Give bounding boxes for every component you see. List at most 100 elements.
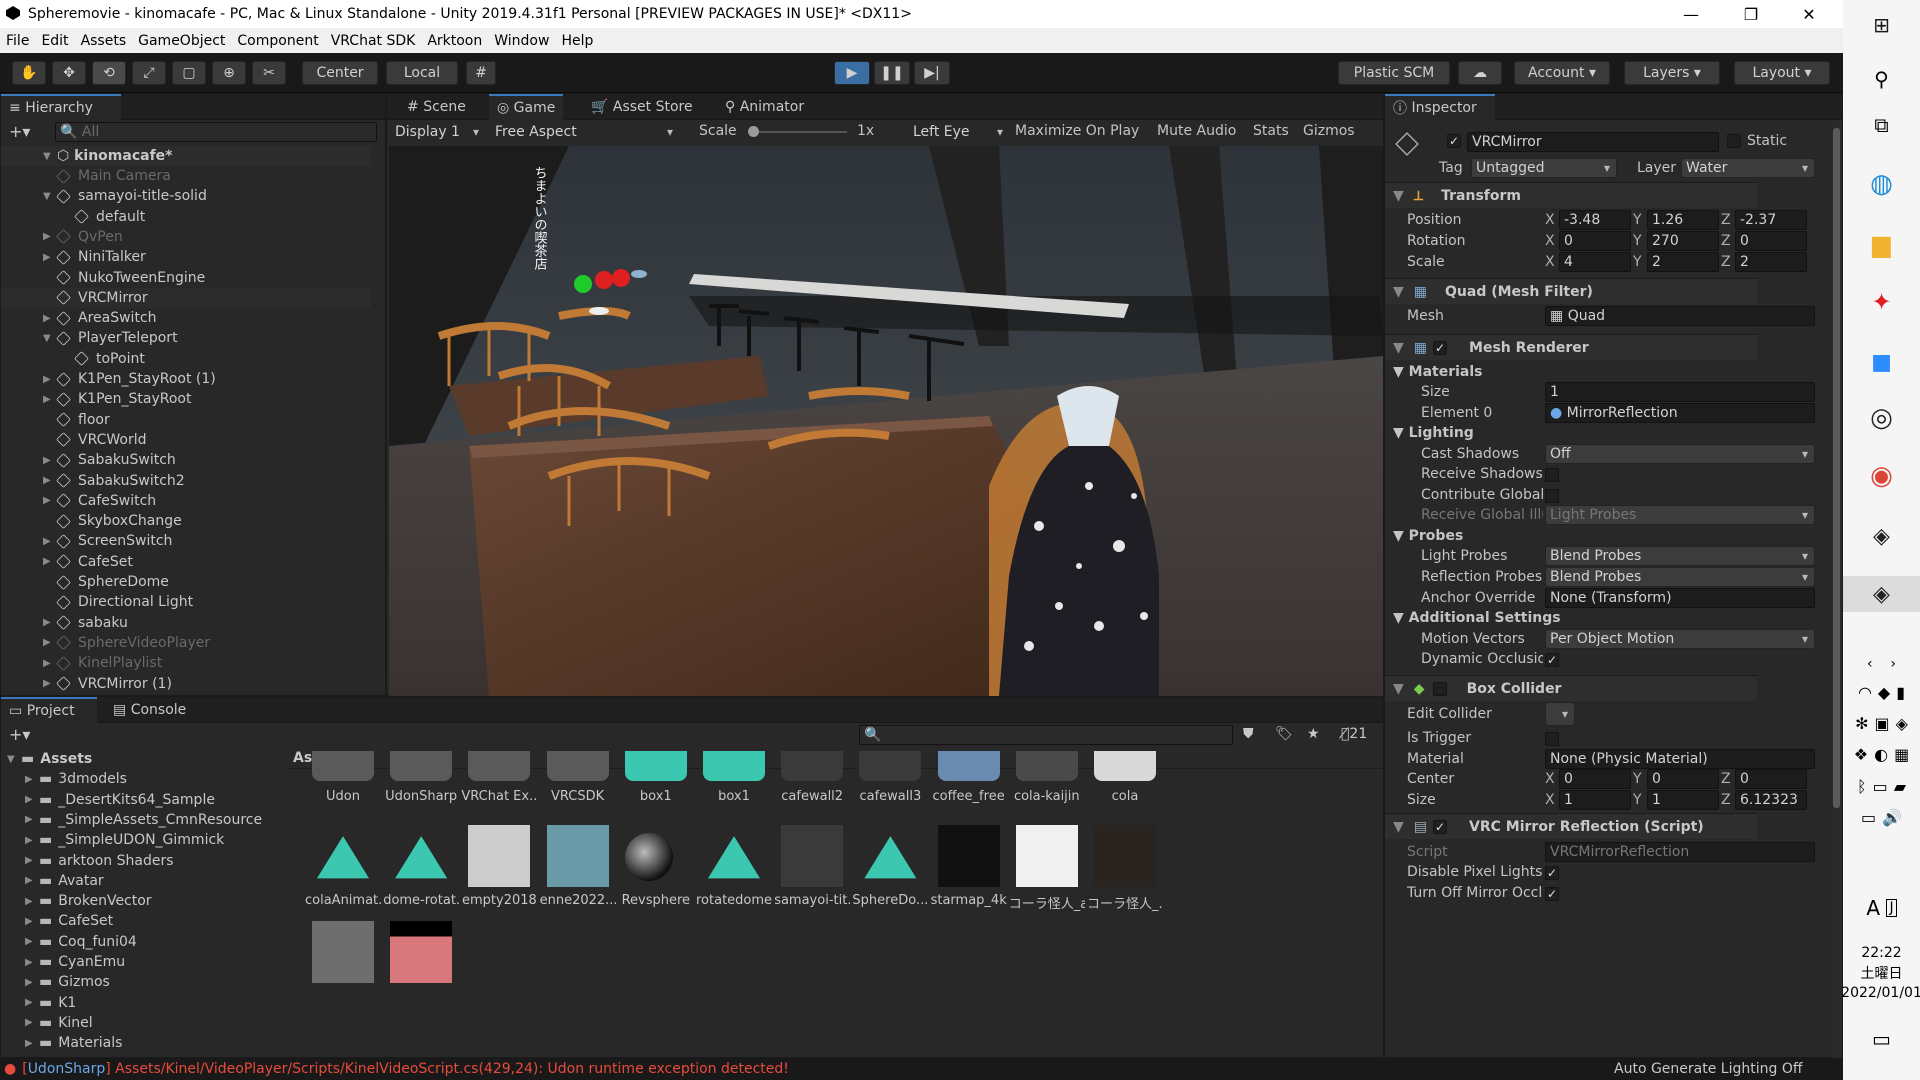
expand-arrow-icon[interactable]: ▶ xyxy=(43,313,57,324)
scale-x-input[interactable]: 4 xyxy=(1559,252,1631,272)
script-field[interactable]: VRCMirrorReflection xyxy=(1545,842,1815,862)
hierarchy-item[interactable]: ▶ AreaSwitch xyxy=(1,308,371,328)
chrome-icon[interactable]: ◉ xyxy=(1843,458,1920,494)
collider-size-y-input[interactable]: 1 xyxy=(1647,790,1719,810)
expand-arrow-icon[interactable]: ▶ xyxy=(43,678,57,689)
scale-z-axis-label[interactable]: Z xyxy=(1721,254,1731,270)
asset-label[interactable]: VRCSDK xyxy=(540,789,616,804)
folder-item[interactable]: ▶ ▬ _SimpleAssets_CmnResource xyxy=(1,810,281,830)
folder-item[interactable]: ▶ ▬ Kinel xyxy=(1,1013,281,1033)
scale-slider[interactable] xyxy=(751,131,847,133)
rect-tool-icon[interactable]: ▢ xyxy=(172,61,206,85)
asset-label[interactable]: starmap_4k xyxy=(931,893,1007,908)
app-red-icon[interactable]: ✦ xyxy=(1843,284,1920,320)
center-y-input[interactable]: 0 xyxy=(1647,769,1719,789)
mesh-renderer-enabled-checkbox[interactable]: ✓ xyxy=(1433,341,1447,355)
dynamic-occlusion-checkbox[interactable]: ✓ xyxy=(1545,653,1559,667)
hierarchy-item[interactable]: ▶ QvPen xyxy=(1,227,371,247)
asset-thumbnail[interactable] xyxy=(390,751,453,781)
expand-arrow-icon[interactable]: ▶ xyxy=(43,475,57,486)
position-y-axis-label[interactable]: Y xyxy=(1633,212,1642,228)
folder-expand-icon[interactable]: ▶ xyxy=(25,855,39,866)
menu-help[interactable]: Help xyxy=(561,33,593,49)
tray-slack-icon[interactable]: ✻ xyxy=(1855,714,1868,733)
receive-gi-dropdown[interactable]: Light Probes xyxy=(1545,505,1815,525)
asset-thumbnail[interactable] xyxy=(624,833,673,881)
gizmos-toggle[interactable]: Gizmos xyxy=(1303,123,1355,139)
pivot-mode-button[interactable]: Center xyxy=(302,61,378,85)
folder-expand-icon[interactable]: ▶ xyxy=(25,957,39,968)
tray-scroll-icons[interactable]: ‹ › xyxy=(1843,654,1920,674)
rotate-tool-icon[interactable]: ⟲ xyxy=(92,61,126,85)
hierarchy-item[interactable]: ▼ PlayerTeleport xyxy=(1,328,371,348)
minimize-button[interactable]: — xyxy=(1668,0,1714,28)
object-name-input[interactable]: VRCMirror xyxy=(1467,132,1719,152)
inspector-scroll-thumb[interactable] xyxy=(1833,128,1840,808)
mesh-field[interactable]: ▦ Quad xyxy=(1545,306,1815,326)
rotation-y-input[interactable]: 270 xyxy=(1647,231,1719,251)
turn-off-occlusion-checkbox[interactable]: ✓ xyxy=(1545,887,1559,901)
menu-gameobject[interactable]: GameObject xyxy=(138,33,225,49)
collider-size-z-input[interactable]: 6.12323 xyxy=(1735,790,1807,810)
asset-label[interactable]: cola-kaijin xyxy=(1009,789,1085,804)
rotation-z-input[interactable]: 0 xyxy=(1735,231,1807,251)
folder-item[interactable]: ▶ ▬ Materials xyxy=(1,1033,281,1053)
zoom-icon[interactable]: ■ xyxy=(1843,344,1920,380)
tray-bag-icon[interactable]: ▰ xyxy=(1894,777,1906,796)
folder-expand-icon[interactable]: ▶ xyxy=(25,774,39,785)
hierarchy-item[interactable]: ▶ CafeSwitch xyxy=(1,491,371,511)
asset-thumbnail[interactable] xyxy=(312,921,374,983)
asset-thumbnail[interactable] xyxy=(937,751,1000,781)
hierarchy-item[interactable]: ▶ K1Pen_StayRoot xyxy=(1,389,371,409)
materials-size-input[interactable]: 1 xyxy=(1545,382,1815,402)
pivot-space-button[interactable]: Local xyxy=(386,61,458,85)
asset-thumbnail[interactable] xyxy=(781,825,844,887)
hierarchy-item[interactable]: floor xyxy=(1,410,371,430)
hierarchy-item[interactable]: SphereDome xyxy=(1,572,371,592)
plastic-scm-button[interactable]: Plastic SCM xyxy=(1338,61,1450,85)
folder-item[interactable]: ▶ ▬ Avatar xyxy=(1,871,281,891)
collider-material-field[interactable]: None (Physic Material) xyxy=(1545,749,1815,769)
expand-arrow-icon[interactable]: ▶ xyxy=(43,617,57,628)
menu-arktoon[interactable]: Arktoon xyxy=(427,33,482,49)
unity-editor-icon[interactable]: ◈ xyxy=(1843,576,1920,612)
folder-item[interactable]: ▶ ▬ arktoon Shaders xyxy=(1,851,281,871)
hierarchy-item[interactable]: SkyboxChange xyxy=(1,511,371,531)
collider-size-y-axis-label[interactable]: Y xyxy=(1633,792,1642,808)
asset-thumbnail[interactable] xyxy=(1015,825,1078,887)
tab-game[interactable]: ◎ Game xyxy=(489,94,564,120)
menu-vrchat-sdk[interactable]: VRChat SDK xyxy=(331,33,416,49)
asset-label[interactable]: colaAnimat... xyxy=(305,893,381,908)
is-trigger-checkbox[interactable] xyxy=(1545,732,1559,746)
favorites-icon[interactable]: ★ xyxy=(1307,726,1320,742)
ime-indicator[interactable]: A J xyxy=(1843,896,1920,920)
mirror-script-enabled-checkbox[interactable]: ✓ xyxy=(1433,820,1447,834)
asset-thumbnail[interactable] xyxy=(468,825,531,887)
notification-icon[interactable]: ▭ xyxy=(1843,1026,1920,1052)
folder-root[interactable]: ▼ ▬ Assets xyxy=(1,749,281,769)
project-create-icon[interactable]: +▾ xyxy=(9,725,30,744)
hierarchy-item[interactable]: ▶ K1Pen_StayRoot (1) xyxy=(1,369,371,389)
folder-expand-icon[interactable]: ▶ xyxy=(25,794,39,805)
asset-thumbnail[interactable] xyxy=(937,825,1000,887)
asset-label[interactable]: コーラ怪人_a... xyxy=(1009,893,1085,912)
asset-thumbnail[interactable] xyxy=(1094,751,1156,781)
anchor-override-field[interactable]: None (Transform) xyxy=(1545,588,1815,608)
project-search-input[interactable]: 🔍 xyxy=(859,725,1233,745)
menu-assets[interactable]: Assets xyxy=(81,33,127,49)
mirror-script-header[interactable]: ▼ ▤ ✓ VRC Mirror Reflection (Script) xyxy=(1385,813,1757,839)
asset-thumbnail[interactable] xyxy=(703,751,765,781)
layout-dropdown[interactable]: Layout ▾ xyxy=(1734,61,1830,85)
tag-dropdown[interactable]: Untagged xyxy=(1471,158,1617,178)
asset-label[interactable]: Udon xyxy=(305,789,381,804)
asset-label[interactable]: UdonSharp xyxy=(383,789,459,804)
pause-button[interactable]: ❚❚ xyxy=(874,61,910,85)
tab-hierarchy[interactable]: ≡ Hierarchy xyxy=(1,94,121,120)
hand-tool-icon[interactable]: ✋ xyxy=(12,61,46,85)
layer-dropdown[interactable]: Water xyxy=(1681,158,1815,178)
tray-blue-icon[interactable]: ▦ xyxy=(1894,745,1909,764)
asset-thumbnail[interactable] xyxy=(1094,825,1156,887)
maximize-on-play-toggle[interactable]: Maximize On Play xyxy=(1015,123,1139,139)
folder-item[interactable]: ▶ ▬ _DesertKits64_Sample xyxy=(1,790,281,810)
bluetooth-icon[interactable]: ᛒ xyxy=(1857,777,1867,796)
